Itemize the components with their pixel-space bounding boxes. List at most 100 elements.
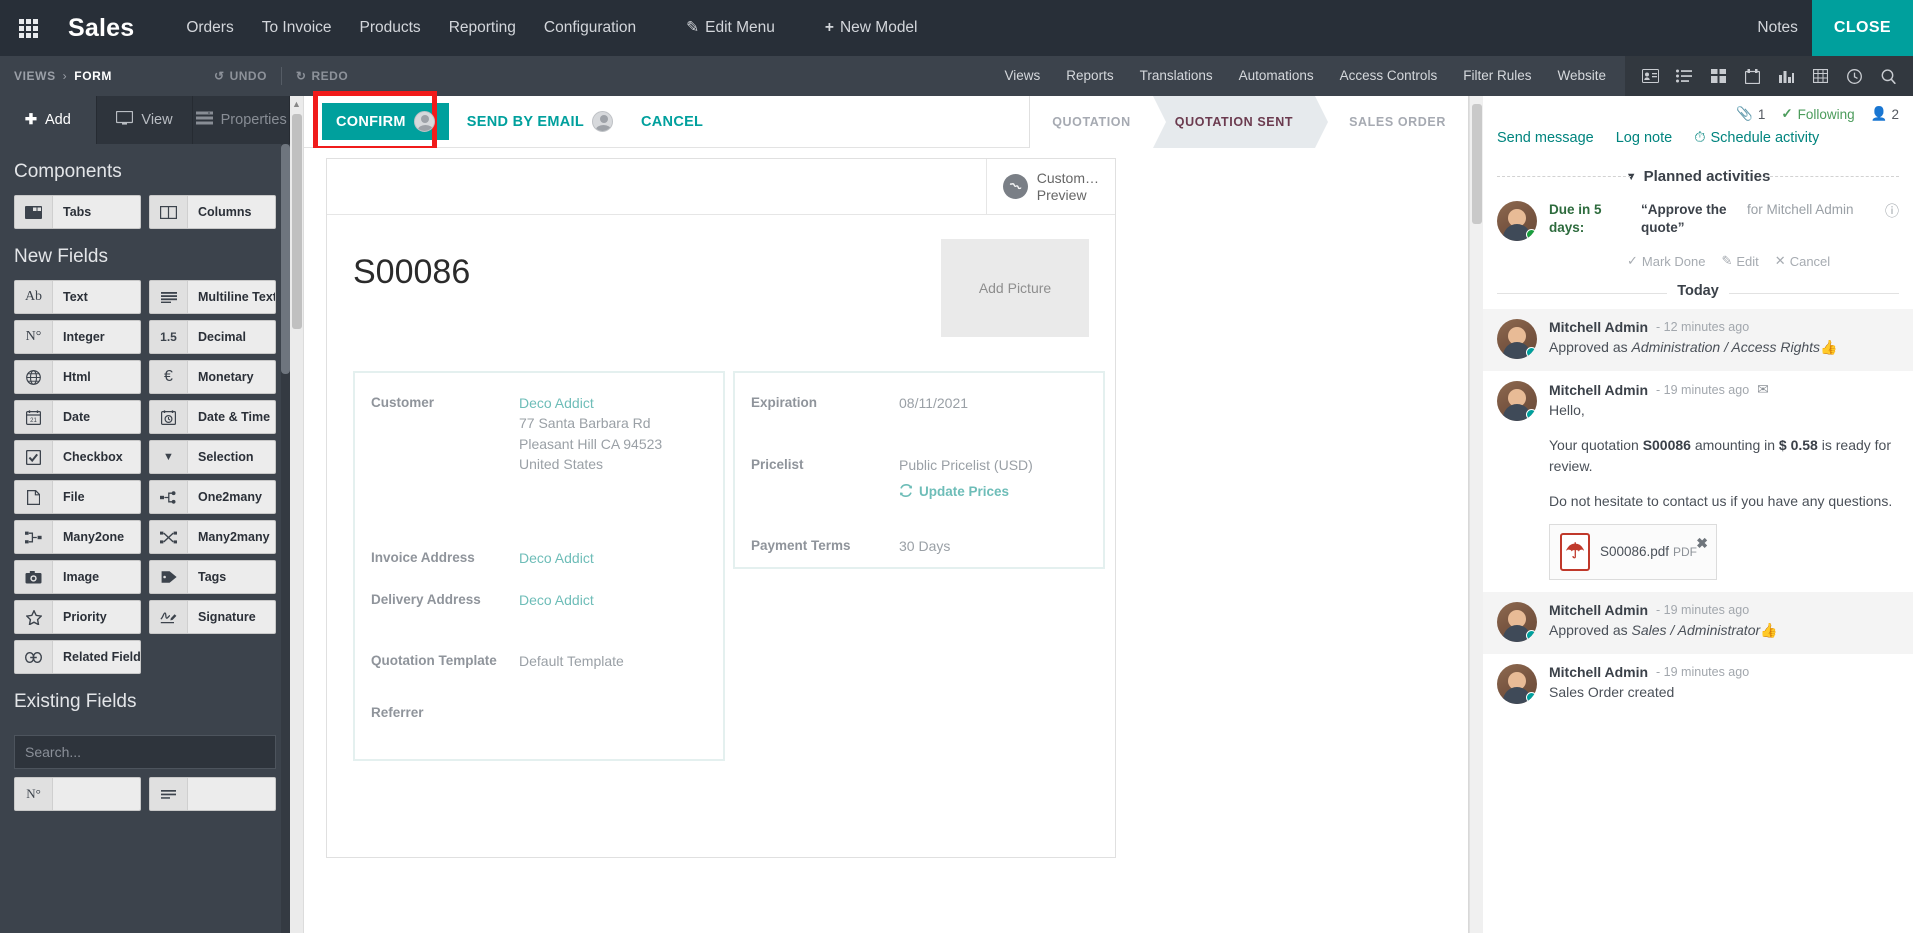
existing-fields-search[interactable] — [14, 735, 276, 769]
pivot-view-icon[interactable] — [1805, 56, 1835, 96]
field-checkbox[interactable]: Checkbox — [14, 440, 141, 474]
send-message-button[interactable]: Send message — [1497, 130, 1594, 146]
nav-item-configuration[interactable]: Configuration — [530, 0, 650, 56]
studio-tab-filter-rules[interactable]: Filter Rules — [1450, 56, 1544, 96]
studio-tab-website[interactable]: Website — [1544, 56, 1619, 96]
sidebar-tab-add[interactable]: ✚ Add — [0, 96, 97, 144]
send-by-email-button[interactable]: SEND BY EMAIL — [453, 103, 627, 140]
nav-item-products[interactable]: Products — [346, 0, 435, 56]
component-columns[interactable]: Columns — [149, 195, 276, 229]
existing-field-partial-2[interactable] — [149, 777, 276, 811]
field-related[interactable]: Related Field — [14, 640, 141, 674]
field-text[interactable]: Ab Text — [14, 280, 141, 314]
existing-field-partial-1[interactable]: N° — [14, 777, 141, 811]
field-date[interactable]: 21 Date — [14, 400, 141, 434]
search-input[interactable] — [25, 744, 265, 760]
studio-tab-reports[interactable]: Reports — [1053, 56, 1126, 96]
field-quotation-template-value[interactable]: Default Template — [519, 651, 624, 671]
sidebar-scrollbar-thumb[interactable] — [281, 144, 290, 374]
undo-button[interactable]: ↺ UNDO — [200, 69, 281, 83]
attachment-card[interactable]: ☂ S00086.pdf PDF ✖ — [1549, 524, 1717, 580]
add-picture-button[interactable]: Add Picture — [941, 239, 1089, 337]
nav-item-to-invoice[interactable]: To Invoice — [248, 0, 346, 56]
field-expiration-value[interactable]: 08/11/2021 — [899, 393, 968, 413]
follower-count[interactable]: 👤 2 — [1871, 106, 1899, 122]
nav-item-orders[interactable]: Orders — [172, 0, 247, 56]
field-file[interactable]: File — [14, 480, 141, 514]
activity-clock-icon[interactable] — [1839, 56, 1869, 96]
form-right-scrollbar-thumb[interactable] — [1472, 104, 1482, 224]
stage-sales-order[interactable]: SALES ORDER — [1315, 95, 1468, 148]
component-columns-label: Columns — [198, 205, 252, 219]
form-left-scrollbar-thumb[interactable] — [292, 114, 302, 329]
close-icon[interactable]: ✖ — [1696, 533, 1708, 554]
form-left-scrollbar[interactable]: ▲ — [290, 96, 304, 933]
studio-tab-access-controls[interactable]: Access Controls — [1327, 56, 1451, 96]
refresh-icon — [899, 483, 913, 500]
breadcrumb-views[interactable]: VIEWS — [14, 69, 56, 83]
edit-menu-button[interactable]: ✎ Edit Menu — [672, 0, 789, 56]
studio-tab-translations[interactable]: Translations — [1127, 56, 1226, 96]
sidebar-tab-properties[interactable]: Properties — [193, 96, 291, 144]
field-datetime-label: Date & Time — [198, 410, 271, 424]
field-payment-terms-value[interactable]: 30 Days — [899, 536, 950, 556]
field-multiline-text[interactable]: Multiline Text — [149, 280, 276, 314]
field-image[interactable]: Image — [14, 560, 141, 594]
nav-item-reporting[interactable]: Reporting — [435, 0, 530, 56]
graph-view-icon[interactable] — [1771, 56, 1801, 96]
field-decimal[interactable]: 1.5 Decimal — [149, 320, 276, 354]
cancel-activity-button[interactable]: ✕ Cancel — [1775, 253, 1830, 269]
sidebar-tab-view[interactable]: View — [97, 96, 194, 144]
log-note-button[interactable]: Log note — [1616, 130, 1672, 146]
list-view-icon[interactable] — [1669, 56, 1699, 96]
confirm-button[interactable]: CONFIRM — [322, 103, 449, 140]
contact-card-icon[interactable] — [1635, 56, 1665, 96]
field-selection[interactable]: ▼ Selection — [149, 440, 276, 474]
notes-button[interactable]: Notes — [1743, 0, 1812, 56]
search-icon[interactable] — [1873, 56, 1903, 96]
attachment-count[interactable]: 📎 1 — [1736, 106, 1765, 122]
field-delivery-address-value[interactable]: Deco Addict — [519, 590, 594, 610]
following-button[interactable]: ✓ Following — [1781, 106, 1854, 122]
field-integer[interactable]: N° Integer — [14, 320, 141, 354]
form-right-scrollbar[interactable] — [1469, 96, 1483, 933]
field-signature[interactable]: Signature — [149, 600, 276, 634]
field-many2one[interactable]: Many2one — [14, 520, 141, 554]
sidebar-scrollbar[interactable] — [281, 144, 290, 933]
apps-menu-icon[interactable] — [0, 0, 56, 56]
calendar-view-icon[interactable] — [1737, 56, 1767, 96]
redo-button[interactable]: ↻ REDO — [282, 69, 362, 83]
field-customer-value[interactable]: Deco Addict — [519, 393, 662, 413]
field-tags[interactable]: Tags — [149, 560, 276, 594]
field-priority[interactable]: Priority — [14, 600, 141, 634]
info-icon[interactable]: ⓘ — [1885, 201, 1899, 241]
field-invoice-address-value[interactable]: Deco Addict — [519, 548, 594, 568]
component-tabs[interactable]: Tabs — [14, 195, 141, 229]
field-monetary[interactable]: € Monetary — [149, 360, 276, 394]
studio-tab-views[interactable]: Views — [992, 56, 1054, 96]
scroll-up-arrow-icon[interactable]: ▲ — [290, 96, 303, 109]
mark-done-button[interactable]: ✓ Mark Done — [1627, 253, 1705, 269]
studio-tab-automations[interactable]: Automations — [1226, 56, 1327, 96]
schedule-activity-button[interactable]: ⏱ Schedule activity — [1694, 130, 1819, 146]
new-model-button[interactable]: + New Model — [811, 0, 932, 56]
customer-preview-button[interactable]: Custom… Preview — [985, 159, 1115, 214]
message-item: Mitchell Admin - 19 minutes ago Sales Or… — [1483, 654, 1913, 716]
field-datetime[interactable]: Date & Time — [149, 400, 276, 434]
right-field-group: Expiration 08/11/2021 Pricelist Public P… — [733, 371, 1105, 569]
update-prices-button[interactable]: Update Prices — [899, 483, 1033, 500]
edit-activity-button[interactable]: ✎ Edit — [1721, 253, 1758, 269]
kanban-view-icon[interactable] — [1703, 56, 1733, 96]
field-html[interactable]: Html — [14, 360, 141, 394]
stage-quotation[interactable]: QUOTATION — [1030, 95, 1153, 148]
close-studio-button[interactable]: CLOSE — [1811, 0, 1913, 56]
cancel-button[interactable]: CANCEL — [627, 106, 717, 138]
following-label: Following — [1797, 106, 1855, 122]
field-many2many[interactable]: Many2many — [149, 520, 276, 554]
field-one2many[interactable]: One2many — [149, 480, 276, 514]
stage-quotation-sent[interactable]: QUOTATION SENT — [1152, 95, 1329, 148]
preview-line2: Preview — [1036, 186, 1087, 203]
activity-main: Due in 5 days: “Approve the quote” for M… — [1549, 201, 1873, 241]
field-pricelist-value[interactable]: Public Pricelist (USD) — [899, 455, 1033, 475]
planned-activities-header[interactable]: ▼ Planned activities — [1483, 158, 1913, 193]
